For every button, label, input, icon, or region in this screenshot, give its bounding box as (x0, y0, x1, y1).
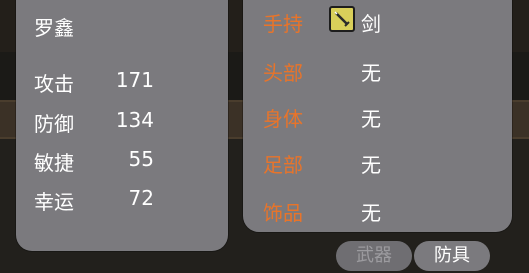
equip-slot-accessory[interactable]: 饰品 无 (263, 197, 503, 227)
tab-armor-button[interactable]: 防具 (414, 241, 490, 271)
sword-icon[interactable] (329, 6, 355, 32)
tab-weapon-button[interactable]: 武器 (336, 241, 412, 271)
equip-slot-label: 饰品 (263, 201, 303, 225)
stat-label: 防御 (34, 112, 74, 136)
stat-label: 幸运 (34, 190, 74, 214)
stat-row-attack: 攻击 171 (34, 68, 154, 96)
stat-row-defense: 防御 134 (34, 108, 154, 136)
stat-value: 171 (115, 68, 154, 92)
stat-label: 敏捷 (34, 151, 74, 175)
equip-slot-label: 身体 (263, 107, 303, 131)
equip-slot-feet[interactable]: 足部 无 (263, 149, 503, 179)
equip-slot-head[interactable]: 头部 无 (263, 57, 503, 87)
character-name: 罗鑫 (34, 16, 74, 40)
equip-slot-item: 无 (361, 201, 381, 225)
equip-slot-label: 手持 (263, 12, 303, 36)
stat-label: 攻击 (34, 72, 74, 96)
stat-value: 134 (115, 108, 154, 132)
equip-slot-item: 无 (361, 107, 381, 131)
stat-row-agility: 敏捷 55 (34, 147, 154, 175)
equip-slot-hand[interactable]: 手持 剑 (263, 6, 503, 38)
equip-slot-item: 无 (361, 61, 381, 85)
equip-slot-item: 无 (361, 153, 381, 177)
stat-value: 55 (128, 147, 154, 171)
equip-slot-label: 头部 (263, 61, 303, 85)
stat-value: 72 (128, 186, 154, 210)
equip-slot-body[interactable]: 身体 无 (263, 103, 503, 133)
equip-slot-label: 足部 (263, 153, 303, 177)
equip-slot-item: 剑 (361, 12, 381, 36)
stat-row-luck: 幸运 72 (34, 186, 154, 214)
